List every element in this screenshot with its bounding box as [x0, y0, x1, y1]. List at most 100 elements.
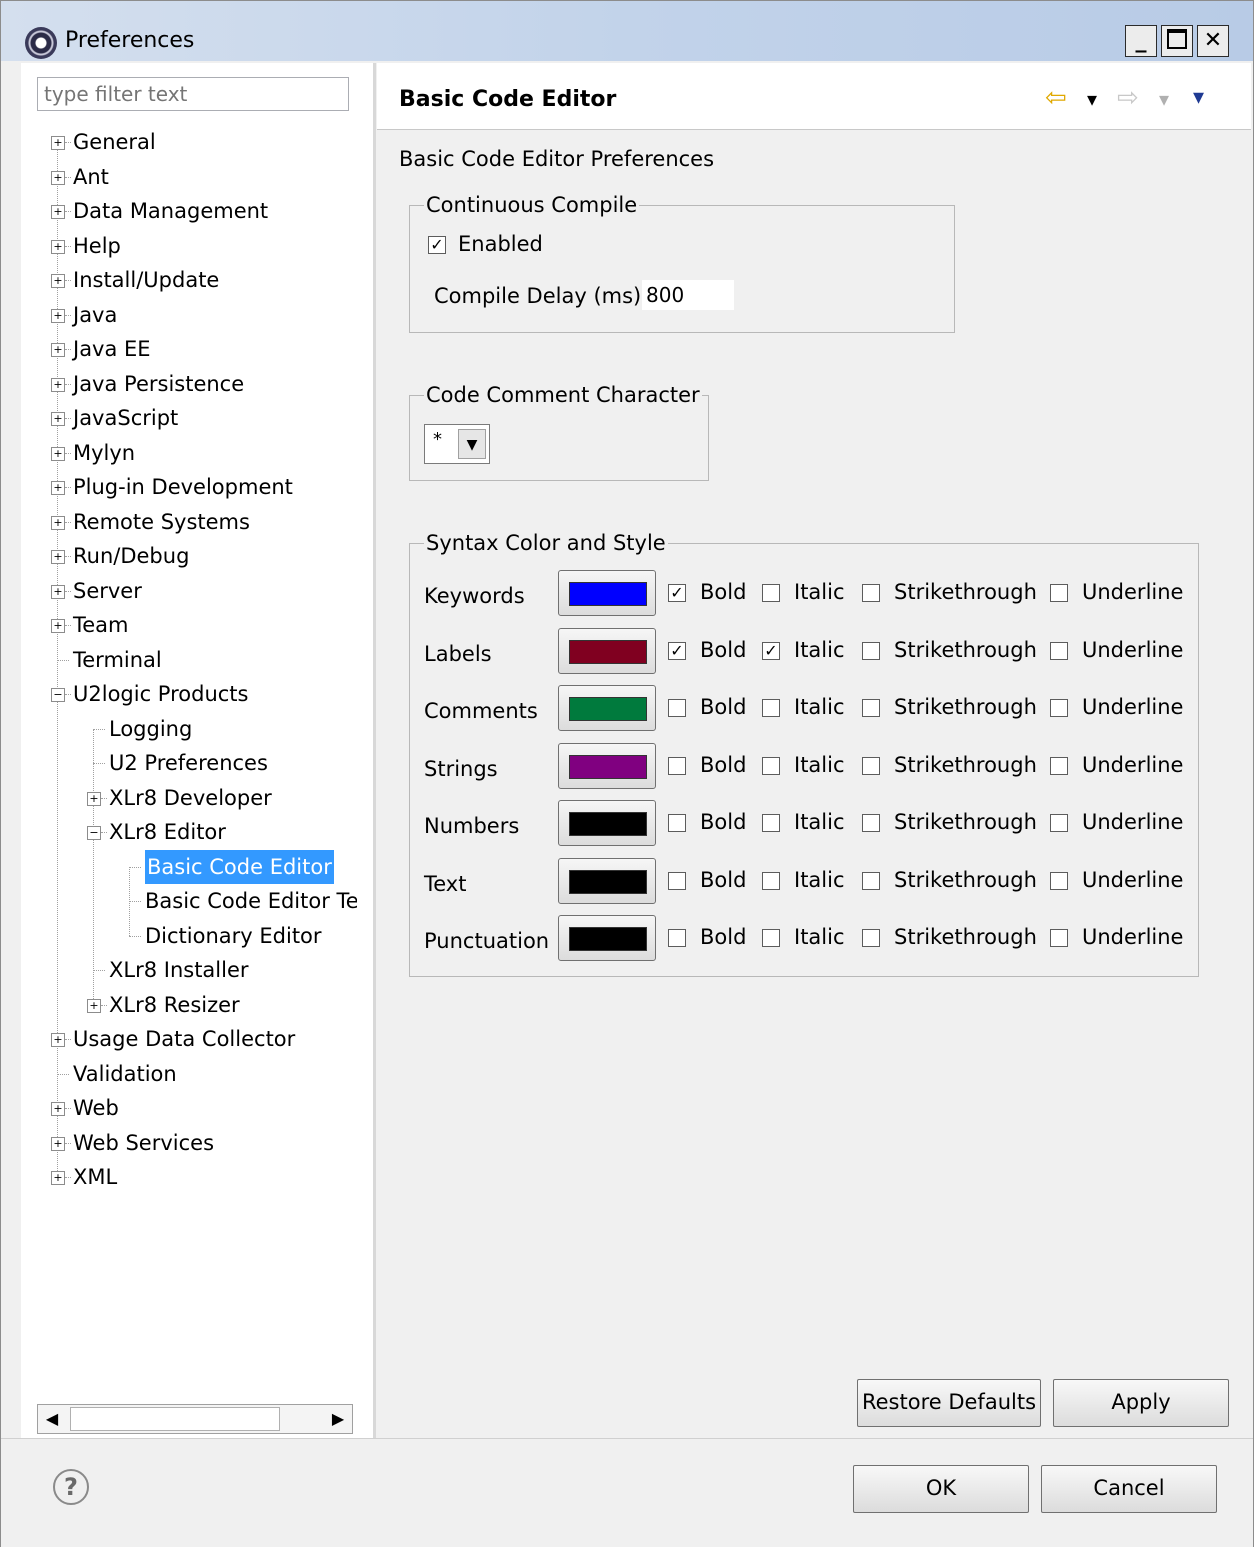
ok-button[interactable]: OK [853, 1465, 1029, 1513]
expand-icon[interactable]: + [87, 998, 101, 1013]
italic-label: Italic [794, 752, 845, 777]
syntax-row-label: Text [424, 871, 467, 896]
forward-history-dropdown-icon[interactable]: ▾ [1159, 87, 1169, 111]
collapse-icon[interactable]: − [51, 688, 65, 702]
expand-icon[interactable]: + [51, 239, 65, 254]
help-icon[interactable]: ? [53, 1469, 89, 1505]
color-swatch [569, 869, 647, 894]
bold-checkbox[interactable] [668, 929, 686, 947]
strike-label: Strikethrough [894, 695, 1037, 719]
tree-connector [65, 521, 71, 523]
panel-sash[interactable] [373, 63, 376, 1438]
tree-item-label: XLr8 Editor [109, 820, 226, 844]
filter-input[interactable] [37, 77, 349, 111]
bold-checkbox[interactable] [668, 756, 686, 775]
tree-connector [101, 1004, 107, 1006]
strike-checkbox[interactable] [862, 584, 880, 602]
compile-delay-input[interactable] [642, 280, 734, 310]
expand-icon[interactable]: + [51, 619, 65, 633]
back-arrow-icon[interactable]: ⇦ [1045, 83, 1067, 113]
chevron-down-icon[interactable]: ▼ [458, 429, 486, 459]
color-picker-button[interactable] [558, 857, 656, 904]
italic-checkbox[interactable] [762, 756, 780, 775]
expand-icon[interactable]: + [51, 515, 65, 530]
expand-icon[interactable]: + [51, 170, 65, 185]
apply-button[interactable]: Apply [1053, 1379, 1229, 1427]
color-picker-button[interactable] [558, 742, 656, 789]
strike-checkbox[interactable] [862, 929, 880, 947]
bold-checkbox[interactable] [668, 871, 686, 890]
strike-checkbox[interactable] [862, 699, 880, 717]
color-picker-button[interactable] [558, 800, 656, 846]
expand-icon[interactable]: + [51, 1033, 65, 1047]
minimize-button[interactable]: _ [1125, 25, 1157, 57]
view-menu-icon[interactable]: ▾ [1193, 85, 1204, 110]
italic-checkbox[interactable] [762, 871, 780, 890]
maximize-button[interactable] [1161, 25, 1193, 57]
bold-checkbox[interactable]: ✓ [668, 584, 686, 602]
italic-checkbox[interactable] [762, 584, 780, 602]
comment-character-select[interactable]: * ▼ [424, 424, 490, 464]
bold-checkbox[interactable] [668, 814, 686, 832]
tree-item-label: U2logic Products [73, 682, 249, 706]
color-picker-button[interactable] [558, 685, 656, 731]
enabled-checkbox[interactable]: ✓ [428, 236, 446, 254]
italic-checkbox[interactable] [762, 814, 780, 832]
close-button[interactable]: ✕ [1197, 25, 1229, 57]
tree-item-label: Help [73, 233, 121, 258]
strike-checkbox[interactable] [862, 641, 880, 660]
underline-checkbox[interactable] [1050, 756, 1068, 775]
underline-checkbox[interactable] [1050, 814, 1068, 832]
title-bar[interactable]: Preferences _ ✕ [1, 1, 1253, 61]
expand-icon[interactable]: + [51, 343, 65, 357]
tree-connector [101, 832, 107, 833]
minimize-icon: _ [1135, 28, 1147, 53]
restore-defaults-button[interactable]: Restore Defaults [857, 1379, 1041, 1427]
expand-icon[interactable]: + [51, 377, 65, 392]
expand-icon[interactable]: + [87, 791, 101, 806]
underline-checkbox[interactable] [1050, 641, 1068, 660]
expand-icon[interactable]: + [51, 584, 65, 599]
scroll-thumb[interactable] [70, 1407, 280, 1431]
bold-label: Bold [700, 695, 747, 719]
bold-checkbox[interactable]: ✓ [668, 641, 686, 660]
italic-checkbox[interactable]: ✓ [762, 641, 780, 660]
underline-checkbox[interactable] [1050, 871, 1068, 890]
italic-checkbox[interactable] [762, 929, 780, 947]
tree-item-label: Java [73, 302, 118, 327]
strike-checkbox[interactable] [862, 871, 880, 890]
expand-icon[interactable]: + [51, 1136, 65, 1151]
comment-character-value: * [433, 429, 442, 450]
strike-checkbox[interactable] [862, 756, 880, 775]
tree-connector [65, 176, 71, 178]
forward-arrow-icon[interactable]: ⇨ [1117, 83, 1139, 113]
underline-label: Underline [1082, 925, 1184, 949]
back-history-dropdown-icon[interactable]: ▾ [1087, 87, 1097, 111]
tree-horizontal-scrollbar[interactable]: ◀ ▶ [37, 1404, 353, 1434]
underline-checkbox[interactable] [1050, 584, 1068, 602]
expand-icon[interactable]: + [51, 136, 65, 150]
tree-connector [65, 314, 71, 316]
expand-icon[interactable]: + [51, 550, 65, 564]
bold-checkbox[interactable] [668, 699, 686, 717]
underline-checkbox[interactable] [1050, 929, 1068, 947]
expand-icon[interactable]: + [51, 412, 65, 426]
expand-icon[interactable]: + [51, 481, 65, 495]
italic-checkbox[interactable] [762, 699, 780, 717]
expand-icon[interactable]: + [51, 308, 65, 323]
scroll-left-icon[interactable]: ◀ [38, 1405, 66, 1433]
color-picker-button[interactable] [558, 915, 656, 961]
scroll-right-icon[interactable]: ▶ [324, 1405, 352, 1433]
expand-icon[interactable]: + [51, 274, 65, 288]
expand-icon[interactable]: + [51, 1171, 65, 1185]
tree-connector [93, 970, 105, 971]
strike-checkbox[interactable] [862, 814, 880, 832]
expand-icon[interactable]: + [51, 205, 65, 219]
color-picker-button[interactable] [558, 570, 656, 616]
cancel-button[interactable]: Cancel [1041, 1465, 1217, 1513]
expand-icon[interactable]: + [51, 446, 65, 461]
collapse-icon[interactable]: − [87, 826, 101, 840]
expand-icon[interactable]: + [51, 1102, 65, 1116]
underline-checkbox[interactable] [1050, 699, 1068, 717]
color-picker-button[interactable] [558, 627, 656, 674]
